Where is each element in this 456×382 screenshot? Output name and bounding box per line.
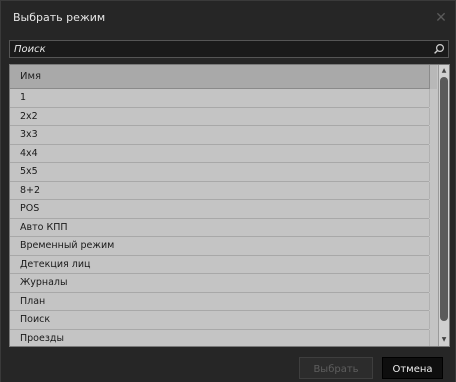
row-gutter xyxy=(429,292,437,310)
list-item-label: 5x5 xyxy=(20,166,38,177)
column-header-spacer xyxy=(429,65,437,89)
row-gutter xyxy=(429,237,437,255)
list-item[interactable]: 1 xyxy=(10,89,437,108)
row-gutter xyxy=(429,274,437,292)
row-gutter xyxy=(429,89,437,107)
row-gutter xyxy=(429,255,437,273)
list-item[interactable]: 4x4 xyxy=(10,144,437,163)
row-gutter xyxy=(429,144,437,162)
scroll-down-icon[interactable]: ▼ xyxy=(440,335,448,345)
list-item-label: Авто КПП xyxy=(20,221,68,233)
row-gutter xyxy=(429,107,437,125)
row-gutter xyxy=(429,329,437,346)
list-item[interactable]: План xyxy=(10,292,437,311)
column-header[interactable]: Имя xyxy=(10,65,429,89)
row-gutter xyxy=(429,218,437,236)
select-mode-dialog: Выбрать режим ✕ Имя 1 2x2 3x3 4x4 5x5 8+… xyxy=(0,0,456,382)
list-item-label: 3x3 xyxy=(20,129,38,140)
list-item-label: Поиск xyxy=(20,314,51,325)
list-item-label: Детекция лиц xyxy=(20,258,91,270)
list-item-label: 4x4 xyxy=(20,147,38,159)
list-item[interactable]: POS xyxy=(10,200,437,219)
cancel-button[interactable]: Отмена xyxy=(382,357,443,379)
row-gutter xyxy=(429,163,437,181)
search-input[interactable] xyxy=(10,41,424,57)
scroll-thumb[interactable] xyxy=(440,77,448,321)
list-item-label: План xyxy=(20,295,46,307)
list-item-label: POS xyxy=(20,203,40,214)
list-rows: 1 2x2 3x3 4x4 5x5 8+2 POS Авто КПП Време… xyxy=(10,89,437,346)
list-item[interactable]: Временный режим xyxy=(10,237,437,256)
list-item-label: 1 xyxy=(20,92,27,103)
list-item-label: Журналы xyxy=(20,277,68,288)
list-item[interactable]: Журналы xyxy=(10,274,437,293)
list-item[interactable]: 5x5 xyxy=(10,163,437,182)
list-item[interactable]: 2x2 xyxy=(10,107,437,126)
list-item[interactable]: Поиск xyxy=(10,311,437,330)
column-header-label: Имя xyxy=(20,71,42,82)
vertical-scrollbar[interactable]: ▲ ▼ xyxy=(438,65,449,346)
list-item[interactable]: 3x3 xyxy=(10,126,437,145)
close-icon[interactable]: ✕ xyxy=(433,10,449,26)
title-bar: Выбрать режим ✕ xyxy=(1,1,455,37)
list-item-label: Проезды xyxy=(20,332,64,344)
list-item[interactable]: Проезды xyxy=(10,329,437,346)
row-gutter xyxy=(429,311,437,329)
list-item[interactable]: Авто КПП xyxy=(10,218,437,237)
list-item-label: 2x2 xyxy=(20,110,38,122)
search-box xyxy=(9,40,449,58)
list-item-label: 8+2 xyxy=(20,184,41,196)
scroll-up-icon[interactable]: ▲ xyxy=(440,66,448,76)
mode-list: Имя 1 2x2 3x3 4x4 5x5 8+2 POS Авто КПП В… xyxy=(9,64,450,347)
list-item-label: Временный режим xyxy=(20,240,115,251)
row-gutter xyxy=(429,181,437,199)
list-item[interactable]: 8+2 xyxy=(10,181,437,200)
select-button[interactable]: Выбрать xyxy=(299,357,373,379)
row-gutter xyxy=(429,126,437,144)
dialog-title: Выбрать режим xyxy=(13,11,106,24)
row-gutter xyxy=(429,200,437,218)
list-item[interactable]: Детекция лиц xyxy=(10,255,437,274)
dialog-footer: Выбрать Отмена xyxy=(1,349,455,382)
search-icon[interactable] xyxy=(433,43,445,55)
